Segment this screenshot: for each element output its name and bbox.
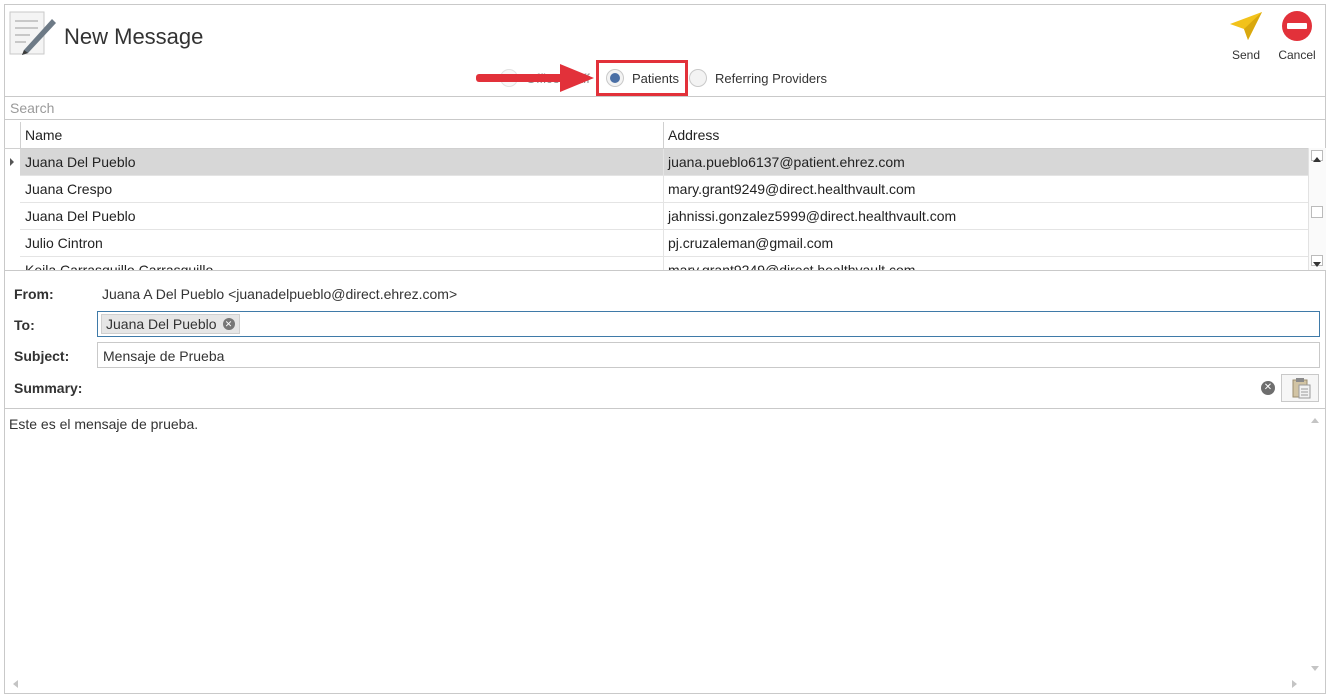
cancel-button[interactable]: Cancel xyxy=(1274,10,1320,62)
clipboard-icon xyxy=(1292,378,1311,399)
clear-summary-icon[interactable]: ✕ xyxy=(1261,381,1275,395)
radio-referring-providers[interactable]: Referring Providers xyxy=(689,69,827,87)
to-field[interactable]: Juana Del Pueblo ✕ xyxy=(97,311,1320,337)
send-label: Send xyxy=(1231,48,1261,62)
cell-name: Juana Crespo xyxy=(25,181,113,197)
editor-hscroll-arrows-icon xyxy=(13,680,1297,688)
cell-name: Keila Carrasquillo Carrasquillo xyxy=(25,262,214,270)
editor-scroll-arrows-icon xyxy=(1311,418,1319,671)
scroll-thumb[interactable] xyxy=(1311,206,1323,218)
cell-address: jahnissi.gonzalez5999@direct.healthvault… xyxy=(668,208,957,224)
table-row[interactable]: Juana Del Pueblo jahnissi.gonzalez5999@d… xyxy=(20,203,1308,230)
cell-divider xyxy=(663,149,664,176)
remove-recipient-icon[interactable]: ✕ xyxy=(222,318,235,330)
cell-address: mary.grant9249@direct.healthvault.com xyxy=(668,181,916,197)
cell-name: Juana Del Pueblo xyxy=(25,154,136,170)
recipient-chip-label: Juana Del Pueblo xyxy=(106,316,217,332)
divider xyxy=(4,270,1326,271)
subject-value: Mensaje de Prueba xyxy=(103,348,225,364)
arrow-up-icon xyxy=(1313,157,1321,162)
table-row[interactable]: Keila Carrasquillo Carrasquillo mary.gra… xyxy=(20,257,1308,270)
send-button[interactable]: Send xyxy=(1223,10,1269,62)
summary-label: Summary: xyxy=(14,380,83,396)
row-indicator-icon xyxy=(10,158,14,166)
recipient-chip[interactable]: Juana Del Pueblo ✕ xyxy=(101,314,240,334)
cell-name: Julio Cintron xyxy=(25,235,103,251)
new-message-icon xyxy=(8,9,58,57)
search-input[interactable]: Search xyxy=(4,96,1326,120)
table-row[interactable]: Juana Del Pueblo juana.pueblo6137@patien… xyxy=(20,149,1308,176)
annotation-highlight-box xyxy=(596,60,688,96)
from-value: Juana A Del Pueblo <juanadelpueblo@direc… xyxy=(102,286,458,302)
cancel-label: Cancel xyxy=(1278,48,1316,62)
table-row[interactable]: Juana Crespo mary.grant9249@direct.healt… xyxy=(20,176,1308,203)
subject-field[interactable]: Mensaje de Prueba xyxy=(97,342,1320,368)
column-header-address[interactable]: Address xyxy=(668,127,719,143)
scroll-up-button[interactable] xyxy=(1311,150,1323,162)
radio-dot xyxy=(689,69,707,87)
cell-divider xyxy=(663,203,664,230)
cell-address: pj.cruzaleman@gmail.com xyxy=(668,235,834,251)
page-title: New Message xyxy=(64,24,204,49)
radio-label-referring-providers: Referring Providers xyxy=(715,70,827,86)
from-label: From: xyxy=(14,286,54,302)
column-separator xyxy=(663,122,664,148)
cell-divider xyxy=(663,257,664,270)
column-separator xyxy=(20,122,21,148)
annotation-arrow-icon xyxy=(472,63,598,98)
column-header-name[interactable]: Name xyxy=(25,127,62,143)
editor-horizontal-scrollbar[interactable] xyxy=(10,677,1300,689)
cell-name: Juana Del Pueblo xyxy=(25,208,136,224)
cell-divider xyxy=(663,176,664,203)
message-body-editor[interactable]: Este es el mensaje de prueba. xyxy=(4,408,1326,694)
cell-divider xyxy=(663,230,664,257)
summary-clipboard-button[interactable] xyxy=(1281,374,1319,402)
cell-address: juana.pueblo6137@patient.ehrez.com xyxy=(668,154,905,170)
message-body-text: Este es el mensaje de prueba. xyxy=(9,416,199,432)
arrow-down-icon xyxy=(1313,262,1321,267)
grid-vertical-scrollbar[interactable] xyxy=(1308,148,1326,270)
cell-address: mary.grant9249@direct.healthvault.com xyxy=(668,262,916,270)
to-label: To: xyxy=(14,317,35,333)
grid-header: Name Address xyxy=(4,122,1308,149)
editor-vertical-scrollbar[interactable] xyxy=(1309,415,1321,675)
no-entry-icon xyxy=(1282,11,1312,41)
paper-plane-icon xyxy=(1230,12,1262,40)
subject-label: Subject: xyxy=(14,348,70,364)
table-row[interactable]: Julio Cintron pj.cruzaleman@gmail.com xyxy=(20,230,1308,257)
recipients-grid: Name Address Juana Del Pueblo juana.pueb… xyxy=(4,122,1326,270)
scroll-down-button[interactable] xyxy=(1311,255,1323,267)
